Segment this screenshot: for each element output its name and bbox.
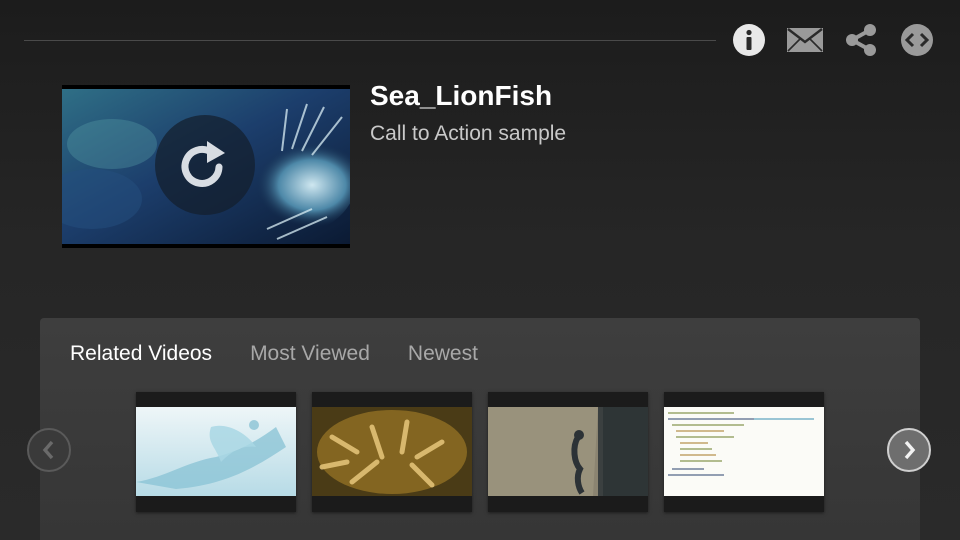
tab-related-videos[interactable]: Related Videos — [70, 342, 212, 366]
carousel-next-button[interactable] — [887, 428, 931, 472]
video-title: Sea_LionFish — [370, 80, 553, 111]
email-icon — [787, 28, 823, 52]
tab-most-viewed[interactable]: Most Viewed — [250, 342, 370, 366]
anemone-thumbnail — [312, 407, 472, 496]
tab-newest[interactable]: Newest — [408, 342, 478, 366]
header-divider — [24, 40, 716, 41]
chevron-left-icon — [42, 440, 54, 460]
chevron-right-icon — [904, 440, 916, 460]
carousel-prev-button[interactable] — [27, 428, 71, 472]
embed-icon — [901, 24, 933, 56]
related-thumbnail[interactable] — [488, 392, 648, 512]
email-button[interactable] — [786, 22, 824, 58]
share-toolbar — [730, 22, 936, 58]
replay-icon — [181, 141, 225, 187]
related-thumbnail[interactable] — [312, 392, 472, 512]
share-icon — [846, 24, 876, 56]
info-button[interactable] — [730, 22, 768, 58]
info-icon — [733, 24, 765, 56]
related-tabs: Related Videos Most Viewed Newest — [70, 342, 478, 366]
video-poster[interactable] — [62, 85, 350, 248]
video-subtitle: Call to Action sample — [370, 122, 567, 145]
replay-button[interactable] — [155, 115, 255, 215]
related-thumbnail[interactable] — [664, 392, 824, 512]
embed-button[interactable] — [898, 22, 936, 58]
code-screenshot-thumbnail — [664, 407, 824, 496]
water-splash-thumbnail — [136, 407, 296, 496]
seahorse-thumbnail — [488, 407, 648, 496]
share-button[interactable] — [842, 22, 880, 58]
related-thumbnail[interactable] — [136, 392, 296, 512]
